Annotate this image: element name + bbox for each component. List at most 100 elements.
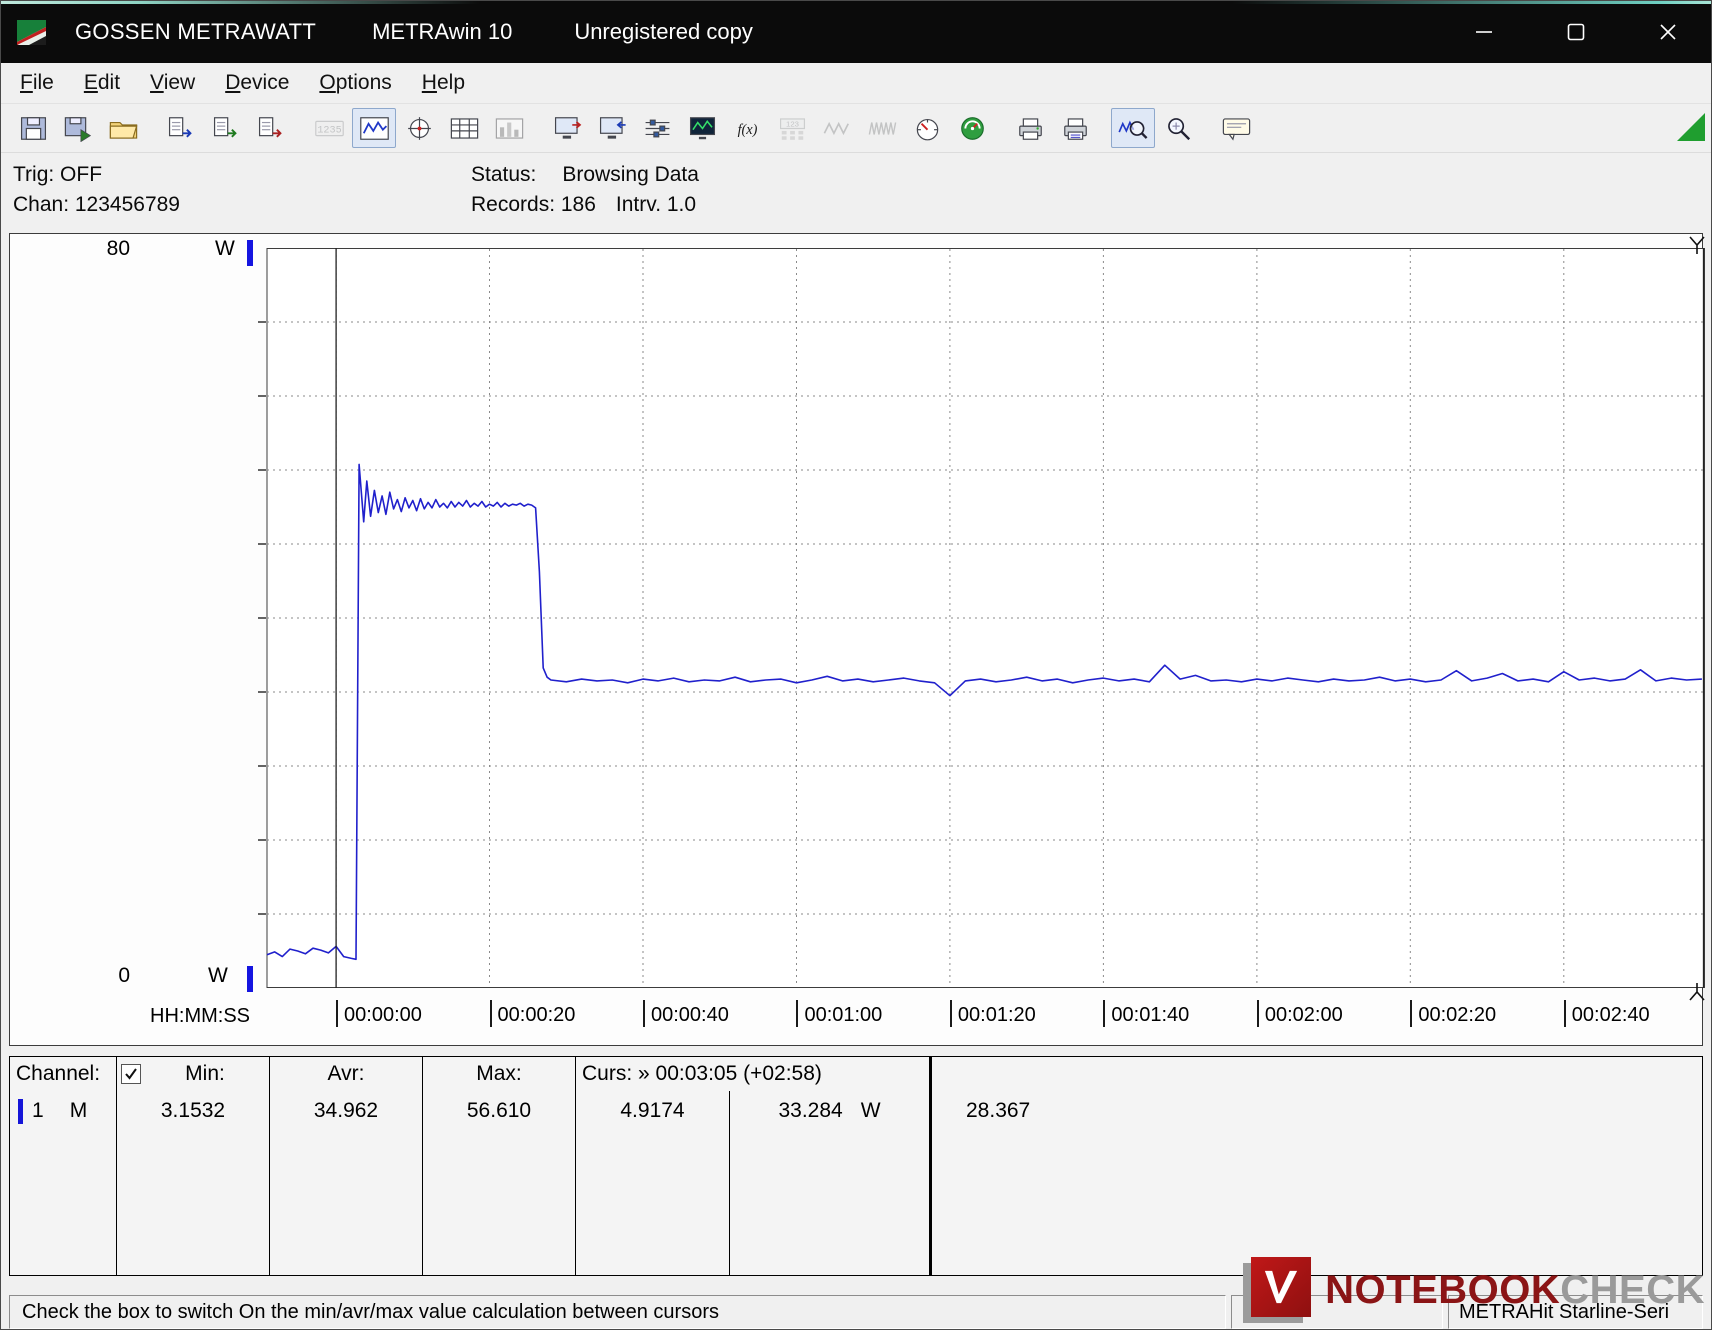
svg-text:123: 123: [786, 119, 799, 128]
channel-color-bar: [18, 1099, 23, 1124]
minimize-icon: [1476, 31, 1492, 33]
toolbar-separator: [532, 113, 545, 143]
records-status: Records: 186 Intrv. 1.0: [471, 193, 696, 217]
x-tick-00:00:20: 00:00:20: [489, 1000, 575, 1027]
toolbar-analog-meter-button[interactable]: [905, 108, 949, 148]
toolbar-separator: [146, 113, 159, 143]
numeric-display-icon: 1235: [314, 120, 344, 136]
zoom-curve-icon: [1117, 120, 1147, 139]
svg-text:1235: 1235: [317, 125, 341, 136]
toolbar-device-settings-button[interactable]: [545, 108, 589, 148]
menu-options[interactable]: Options: [304, 67, 406, 99]
app-title: GOSSEN METRAWATT: [75, 19, 317, 44]
plot-area[interactable]: [255, 248, 1705, 988]
toolbar-separator: [294, 113, 307, 143]
bargraph-view-icon: [495, 117, 523, 139]
between-cursors-checkbox[interactable]: [121, 1064, 141, 1084]
toolbar-xy-view-button[interactable]: [397, 108, 441, 148]
export-data-icon: [168, 116, 192, 138]
toolbar-export-report-button[interactable]: [249, 108, 293, 148]
channel-mode: M: [69, 1099, 88, 1122]
table-view-icon: [450, 117, 478, 139]
statusbar-hint: Check the box to switch On the min/avr/m…: [9, 1295, 1226, 1329]
x-tick-00:00:40: 00:00:40: [642, 1000, 729, 1027]
col-avr-header: Avr:: [270, 1057, 423, 1091]
open-icon: [109, 121, 137, 139]
checkmark-icon: [125, 1068, 137, 1080]
toolbar-status-meter-button[interactable]: [950, 108, 994, 148]
y-cursor-bottom-marker[interactable]: [247, 966, 253, 992]
maximize-icon: [1567, 23, 1585, 41]
notebookcheck-watermark: NOTEBOOKCHECK: [1243, 1257, 1705, 1323]
x-tick-00:02:40: 00:02:40: [1563, 1000, 1650, 1027]
formula-icon: f(x): [737, 121, 757, 137]
toolbar-open-button[interactable]: [101, 108, 145, 148]
menu-device[interactable]: Device: [210, 67, 304, 99]
menu-edit[interactable]: Edit: [69, 67, 135, 99]
save-icon: [20, 116, 46, 140]
waveform-b-icon: [868, 121, 896, 135]
toolbar-save-button[interactable]: [11, 108, 55, 148]
menubar: File Edit View Device Options Help: [1, 63, 1711, 103]
channel-status: Chan: 123456789: [13, 193, 180, 216]
toolbar-zoom-button[interactable]: [1156, 108, 1200, 148]
trend-chart: 80 W 0 W HH:MM:SS 00:00:00 00:00:20 00:00:…: [9, 233, 1706, 1046]
toolbar-annotation-button[interactable]: [1214, 108, 1258, 148]
toolbar-export-data-button[interactable]: [159, 108, 203, 148]
toolbar-waveform-a-button: [815, 108, 859, 148]
y-axis-unit-top: W: [215, 237, 235, 260]
window-top-glow: [1, 1, 1711, 4]
close-icon: [1660, 24, 1676, 40]
x-tick-00:01:00: 00:01:00: [796, 1000, 882, 1027]
export-screen-icon: [213, 116, 237, 138]
toolbar-trend-view-button[interactable]: [352, 108, 396, 148]
min-value: 3.1532: [117, 1091, 270, 1275]
menu-view[interactable]: View: [135, 67, 210, 99]
svg-text:f(x): f(x): [737, 121, 757, 137]
x-axis-label: HH:MM:SS: [150, 1005, 250, 1027]
trend-view-icon: [359, 116, 389, 140]
menu-file[interactable]: File: [5, 67, 69, 99]
metrawin-window: GOSSEN METRAWATT METRAwin 10 Unregistere…: [0, 0, 1712, 1330]
y-cursor-top-marker[interactable]: [247, 240, 253, 266]
notebookcheck-logo-icon: [1243, 1257, 1315, 1323]
toolbar-zoom-curve-button[interactable]: [1111, 108, 1155, 148]
toolbar-separator: [995, 113, 1008, 143]
y-axis-min-label: 0: [118, 964, 130, 987]
status-info-panel: Trig: OFF Chan: 123456789 Status: Browsin…: [1, 153, 1711, 231]
maximize-button[interactable]: [1553, 12, 1599, 52]
toolbar-print-button[interactable]: [1008, 108, 1052, 148]
export-report-icon: [258, 116, 282, 138]
cursor2-handle-top[interactable]: [1688, 235, 1706, 260]
toolbar-print-preview-button[interactable]: [1053, 108, 1097, 148]
menu-help[interactable]: Help: [407, 67, 480, 99]
measurement-table: Channel: Min: Avr: Max: Curs: » 00:03:05…: [9, 1056, 1703, 1276]
toolbar-waveform-b-button: [860, 108, 904, 148]
cursor2-value: 33.284 W: [730, 1091, 930, 1275]
toolbar-live-monitor-button[interactable]: [680, 108, 724, 148]
toolbar-bargraph-view-button: [487, 108, 531, 148]
toolbar-device-read-button[interactable]: [590, 108, 634, 148]
cursor2-unit: W: [860, 1099, 881, 1122]
y-axis-unit-bottom: W: [208, 964, 228, 987]
x-tick-00:00:00: 00:00:00: [336, 1000, 422, 1027]
device-settings-icon: [554, 116, 581, 139]
toolbar-separator: [1098, 113, 1111, 143]
close-button[interactable]: [1645, 12, 1691, 52]
toolbar-formula-button[interactable]: f(x): [725, 108, 769, 148]
interval-value: Intrv. 1.0: [615, 193, 697, 216]
toolbar-channel-setup-button[interactable]: [635, 108, 679, 148]
minimize-button[interactable]: [1461, 12, 1507, 52]
toolbar-save-as-button[interactable]: [56, 108, 100, 148]
toolbar-export-screen-button[interactable]: [204, 108, 248, 148]
records-count: Records: 186: [471, 193, 596, 216]
cursor1-value: 4.9174: [576, 1091, 730, 1275]
device-read-icon: [599, 116, 626, 139]
waveform-a-icon: [823, 121, 849, 135]
toolbar-table-view-button[interactable]: [442, 108, 486, 148]
trigger-status: Trig: OFF: [13, 163, 103, 186]
col-delta-header: [930, 1057, 1702, 1091]
channel-cell[interactable]: 1 M: [10, 1091, 117, 1275]
xy-view-icon: [407, 116, 431, 140]
license-note: Unregistered copy: [574, 19, 753, 44]
